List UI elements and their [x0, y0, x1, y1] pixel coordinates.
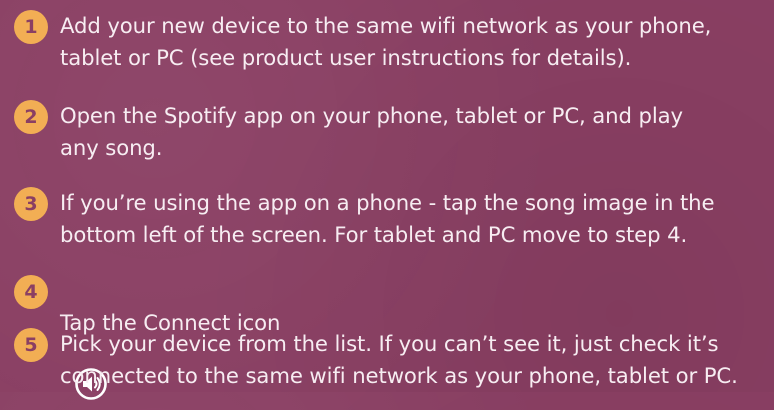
step-text: Add your new device to the same wifi net…: [60, 13, 712, 70]
step-number-badge: 2: [14, 100, 48, 134]
step-number-badge: 4: [14, 275, 48, 309]
step-text: If you’re using the app on a phone - tap…: [60, 190, 715, 247]
step-number-badge: 3: [14, 187, 48, 221]
step-number-badge: 5: [14, 328, 48, 362]
step-number-badge: 1: [14, 10, 48, 44]
step-text: Pick your device from the list. If you c…: [60, 331, 738, 388]
instruction-steps: 1 Add your new device to the same wifi n…: [0, 0, 774, 400]
step-text: Open the Spotify app on your phone, tabl…: [60, 103, 683, 160]
